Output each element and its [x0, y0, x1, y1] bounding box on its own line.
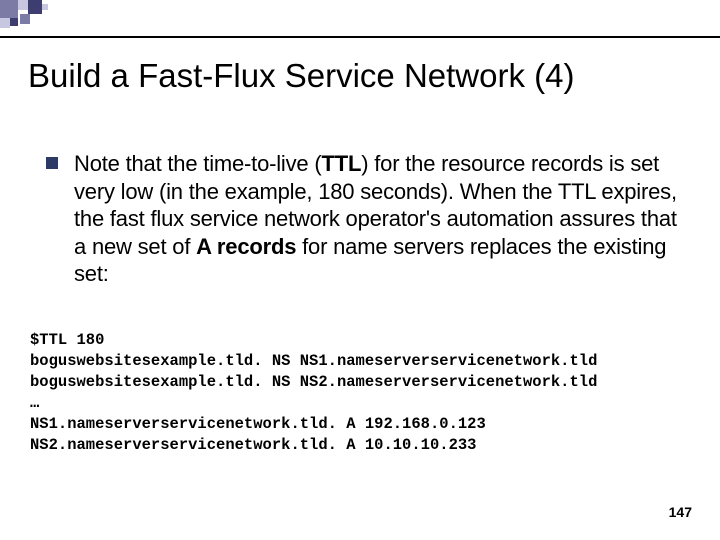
corner-decoration — [0, 0, 120, 36]
slide: Build a Fast-Flux Service Network (4) No… — [0, 0, 720, 540]
bullet-item: Note that the time-to-live (TTL) for the… — [46, 150, 680, 288]
slide-title: Build a Fast-Flux Service Network (4) — [28, 58, 692, 94]
horizontal-rule — [0, 36, 720, 38]
body-content: Note that the time-to-live (TTL) for the… — [46, 150, 680, 288]
dns-records-code: $TTL 180 boguswebsitesexample.tld. NS NS… — [30, 330, 597, 456]
bullet-square-icon — [46, 157, 58, 169]
bullet-text: Note that the time-to-live (TTL) for the… — [74, 150, 680, 288]
page-number: 147 — [669, 504, 692, 520]
